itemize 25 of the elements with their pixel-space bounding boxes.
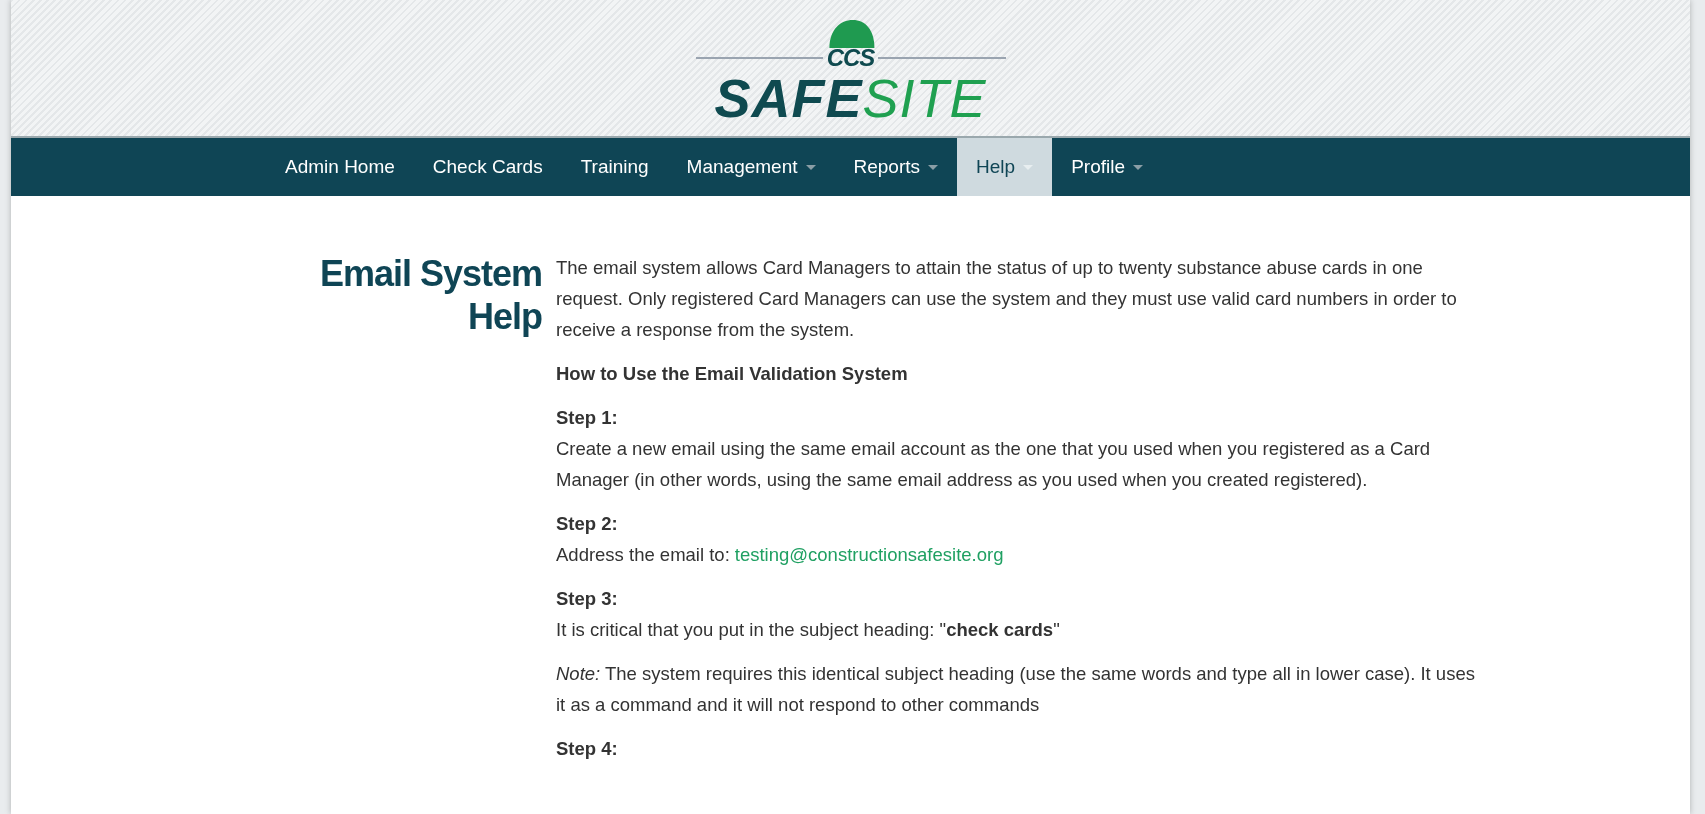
note-paragraph: Note: The system requires this identical subject heading (use the same words and type all in lower case). It uses it as a command and it will not respond to other commands: [556, 662, 1476, 717]
nav-tab[interactable]: Check Cards: [413, 138, 562, 196]
step-text: It is critical that you put in the subject heading: "check cards": [556, 618, 1061, 642]
step-title: Step 3:: [556, 587, 619, 611]
caret-icon: [928, 164, 939, 170]
step-title: Step 2:: [556, 512, 619, 536]
nav-tab[interactable]: Reports: [834, 138, 958, 196]
nav-tab[interactable]: Training: [561, 138, 668, 196]
caret-icon: [1133, 164, 1143, 170]
section-subheading: How to Use the Email Validation System: [556, 362, 909, 386]
nav-tab[interactable]: Profile: [1052, 138, 1162, 196]
nav-tab[interactable]: Management: [667, 138, 835, 196]
nav-tab[interactable]: Help: [957, 138, 1053, 196]
step-text: Create a new email using the same email account as the one that you used when you registered as a Card Manager (in other words, using the same email address as you used when you created registered).: [556, 437, 1432, 492]
step-title: Step 1:: [556, 406, 619, 430]
logo-text: SITE: [862, 67, 987, 128]
intro-paragraph: The email system allows Card Managers to attain the status of up to twenty substance abuse cards in one request. Only registered Card Managers can use the system and they must use valid card numbers in order to receive a response from the system.: [556, 256, 1458, 342]
caret-icon: [805, 164, 816, 170]
caret-icon: [1023, 164, 1034, 170]
step-text: Address the email to:: [556, 543, 730, 567]
step-title: Step 4:: [556, 737, 619, 761]
nav-tab[interactable]: Admin Home: [266, 138, 414, 196]
logo-text: SAFE: [714, 67, 863, 128]
page-heading: Email System Help: [318, 252, 543, 339]
logo-text: CCS: [826, 45, 875, 70]
